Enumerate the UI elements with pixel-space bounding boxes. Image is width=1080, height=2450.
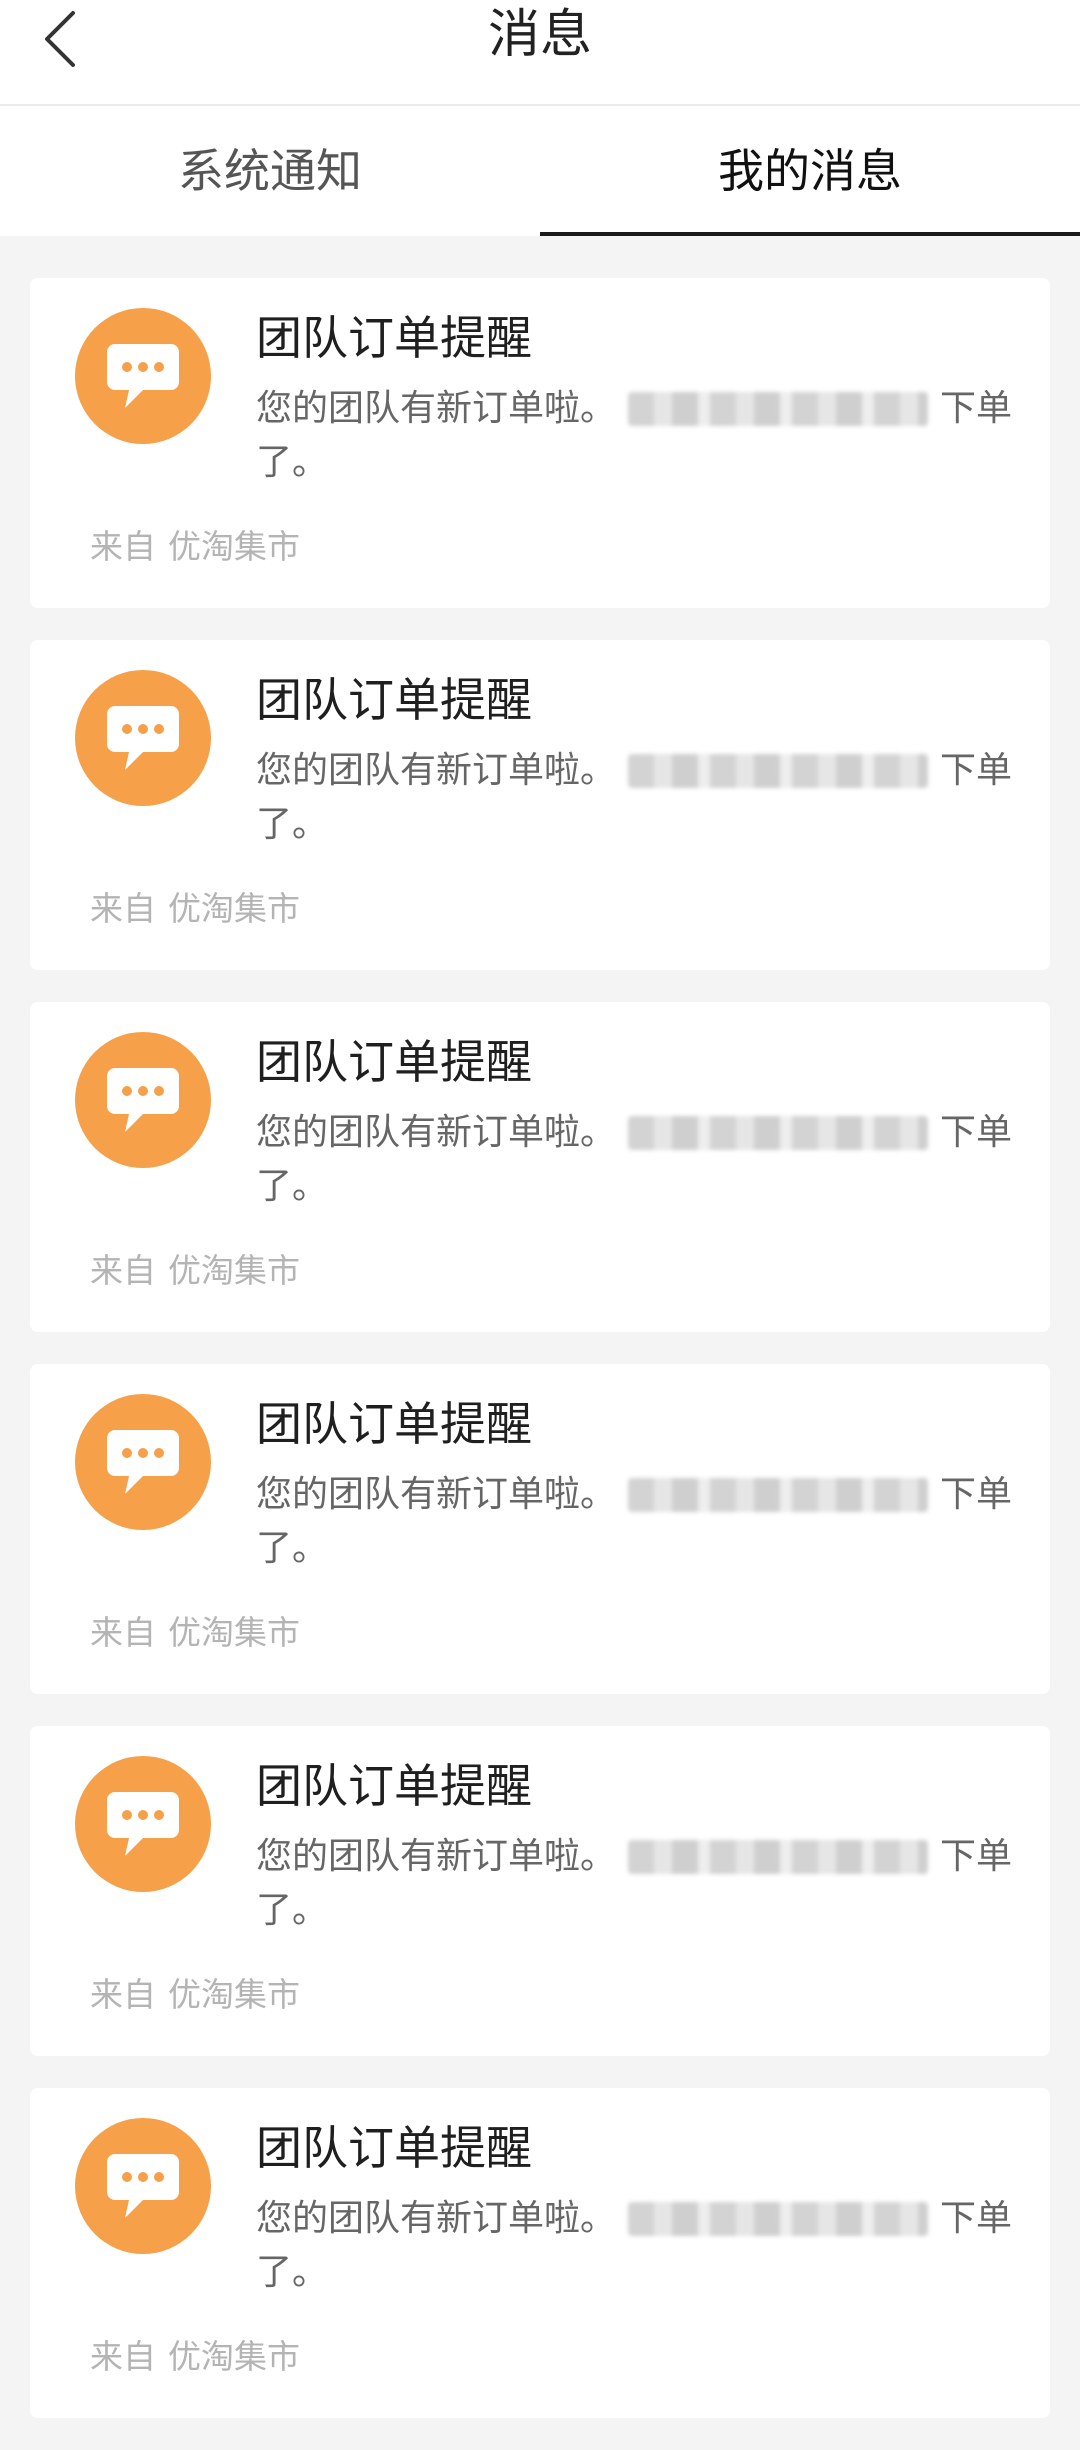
message-body-suffix: 下单 (940, 1836, 1013, 1877)
chat-bubble-icon (107, 1068, 179, 1132)
message-avatar (75, 670, 211, 806)
message-body: 您的团队有新订单啦。 下单 了。 (256, 1830, 1016, 1938)
chat-bubble-icon (107, 2154, 179, 2218)
page-title: 消息 (487, 5, 592, 65)
message-title: 团队订单提醒 (256, 311, 532, 365)
message-body: 您的团队有新订单啦。 下单 了。 (256, 1106, 1016, 1214)
message-body: 您的团队有新订单啦。 下单 了。 (256, 382, 1016, 490)
message-avatar (75, 308, 211, 444)
message-source-label: 来自 (90, 1975, 156, 2014)
message-body-prefix: 您的团队有新订单啦。 (256, 1112, 617, 1153)
message-source-label: 来自 (90, 1251, 156, 1290)
message-title: 团队订单提醒 (256, 1759, 532, 1813)
message-card[interactable]: 团队订单提醒 您的团队有新订单啦。 下单 了。 来自 优淘集市 (30, 2088, 1050, 2418)
message-card[interactable]: 团队订单提醒 您的团队有新订单啦。 下单 了。 来自 优淘集市 (30, 1364, 1050, 1694)
message-body-suffix: 下单 (940, 1112, 1013, 1153)
message-card[interactable]: 团队订单提醒 您的团队有新订单啦。 下单 了。 来自 优淘集市 (30, 1726, 1050, 2056)
message-title: 团队订单提醒 (256, 1397, 532, 1451)
redacted-text (628, 2202, 929, 2236)
redacted-text (628, 754, 929, 788)
chat-bubble-icon (107, 1430, 179, 1494)
message-body-line2: 了。 (256, 1166, 329, 1207)
chat-bubble-icon (107, 706, 179, 770)
message-body: 您的团队有新订单啦。 下单 了。 (256, 2192, 1016, 2300)
chat-bubble-icon (107, 1792, 179, 1856)
message-body: 您的团队有新订单啦。 下单 了。 (256, 1468, 1016, 1576)
message-body-prefix: 您的团队有新订单啦。 (256, 388, 617, 429)
message-body-line2: 了。 (256, 1890, 329, 1931)
message-list: 团队订单提醒 您的团队有新订单啦。 下单 了。 来自 优淘集市 团队订单提醒 您… (30, 278, 1050, 2450)
message-avatar (75, 1756, 211, 1892)
message-card[interactable]: 团队订单提醒 您的团队有新订单啦。 下单 了。 来自 优淘集市 (30, 1002, 1050, 1332)
message-card[interactable]: 团队订单提醒 您的团队有新订单啦。 下单 了。 来自 优淘集市 (30, 640, 1050, 970)
message-body-suffix: 下单 (940, 388, 1013, 429)
message-body: 您的团队有新订单啦。 下单 了。 (256, 744, 1016, 852)
message-source-name: 优淘集市 (168, 2337, 300, 2376)
message-source-name: 优淘集市 (168, 1613, 300, 1652)
message-body-line2: 了。 (256, 442, 329, 483)
message-card[interactable]: 团队订单提醒 您的团队有新订单啦。 下单 了。 来自 优淘集市 (30, 278, 1050, 608)
message-source-name: 优淘集市 (168, 1251, 300, 1290)
tab-system-notices[interactable]: 系统通知 (0, 106, 540, 236)
message-body-suffix: 下单 (940, 750, 1013, 791)
message-source-name: 优淘集市 (168, 1975, 300, 2014)
message-source-name: 优淘集市 (168, 527, 300, 566)
message-avatar (75, 2118, 211, 2254)
message-source-label: 来自 (90, 527, 156, 566)
message-body-prefix: 您的团队有新订单啦。 (256, 1836, 617, 1877)
message-body-prefix: 您的团队有新订单啦。 (256, 1474, 617, 1515)
message-source: 来自 优淘集市 (90, 884, 300, 934)
redacted-text (628, 1478, 929, 1512)
message-source-label: 来自 (90, 1613, 156, 1652)
redacted-text (628, 1840, 929, 1874)
message-source: 来自 优淘集市 (90, 1246, 300, 1296)
message-title: 团队订单提醒 (256, 1035, 532, 1089)
message-avatar (75, 1394, 211, 1530)
tab-bar: 系统通知 我的消息 (0, 106, 1080, 236)
tab-my-messages[interactable]: 我的消息 (540, 106, 1080, 236)
message-body-line2: 了。 (256, 2252, 329, 2293)
message-source-label: 来自 (90, 889, 156, 928)
redacted-text (628, 392, 929, 426)
nav-bar: 消息 (0, 0, 1080, 106)
message-avatar (75, 1032, 211, 1168)
message-source: 来自 优淘集市 (90, 522, 300, 572)
message-body-suffix: 下单 (940, 1474, 1013, 1515)
message-source: 来自 优淘集市 (90, 2332, 300, 2382)
message-title: 团队订单提醒 (256, 673, 532, 727)
message-body-prefix: 您的团队有新订单啦。 (256, 2198, 617, 2239)
message-body-prefix: 您的团队有新订单啦。 (256, 750, 617, 791)
message-source-name: 优淘集市 (168, 889, 300, 928)
message-source: 来自 优淘集市 (90, 1970, 300, 2020)
message-source: 来自 优淘集市 (90, 1608, 300, 1658)
message-title: 团队订单提醒 (256, 2121, 532, 2175)
message-body-line2: 了。 (256, 1528, 329, 1569)
chat-bubble-icon (107, 344, 179, 408)
redacted-text (628, 1116, 929, 1150)
message-body-line2: 了。 (256, 804, 329, 845)
message-source-label: 来自 (90, 2337, 156, 2376)
message-body-suffix: 下单 (940, 2198, 1013, 2239)
